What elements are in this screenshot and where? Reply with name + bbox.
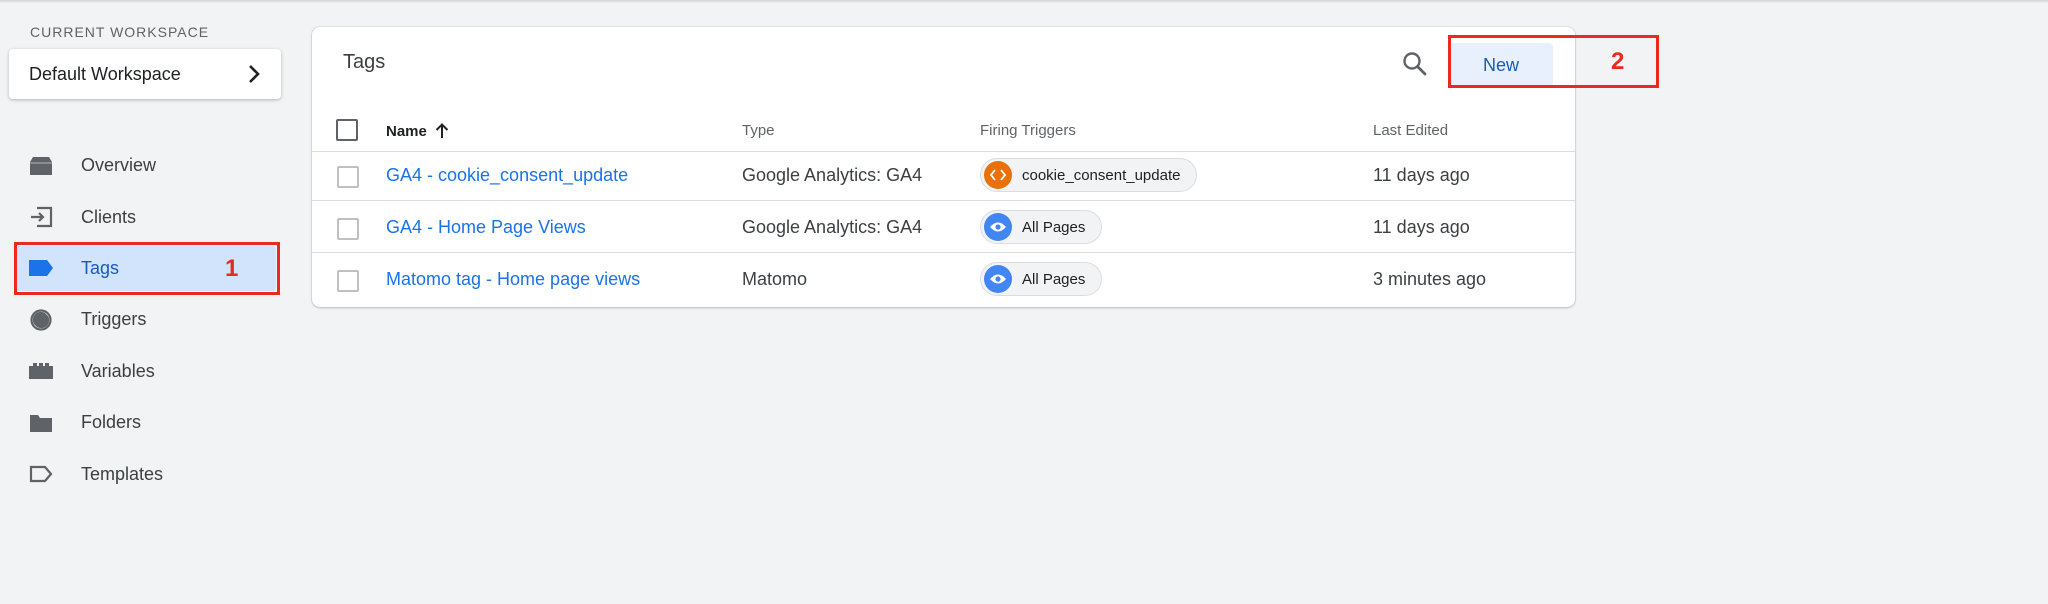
table-row: Matomo tag - Home page views Matomo All … (312, 255, 1575, 305)
page-title: Tags (343, 51, 386, 73)
tag-name-link[interactable]: GA4 - Home Page Views (386, 217, 586, 238)
table-row: GA4 - Home Page Views Google Analytics: … (312, 203, 1575, 253)
eye-icon (984, 265, 1012, 293)
annotation-box-1 (14, 242, 280, 295)
column-header-edited[interactable]: Last Edited (1373, 122, 1448, 139)
tag-type: Matomo (742, 269, 808, 289)
eye-icon (984, 213, 1012, 241)
sidebar-item-label: Clients (81, 206, 137, 227)
chevron-right-icon (249, 65, 260, 83)
sidebar-item-label: Triggers (81, 309, 147, 330)
trigger-chip-label: All Pages (1022, 218, 1086, 236)
arrow-up-icon (435, 123, 449, 138)
overview-icon (28, 153, 54, 179)
top-shadow (0, 0, 2048, 3)
sidebar-item-triggers[interactable]: Triggers (0, 294, 290, 345)
trigger-chip-label: cookie_consent_update (1022, 166, 1181, 184)
annotation-box-2 (1448, 35, 1659, 88)
table-header: Name Type Firing Triggers Last Edited (312, 109, 1575, 152)
last-edited: 3 minutes ago (1373, 269, 1487, 289)
tag-type: Google Analytics: GA4 (742, 165, 923, 185)
trigger-chip[interactable]: All Pages (980, 262, 1103, 296)
trigger-chip-label: All Pages (1022, 270, 1086, 288)
sidebar-item-variables[interactable]: Variables (0, 346, 290, 397)
sidebar-item-folders[interactable]: Folders (0, 397, 290, 448)
search-icon[interactable] (1400, 49, 1430, 79)
row-checkbox[interactable] (337, 270, 359, 292)
code-icon (984, 161, 1012, 189)
template-icon (28, 461, 54, 487)
clients-icon (28, 204, 54, 230)
annotation-number-2: 2 (1611, 48, 1625, 75)
variables-icon (28, 358, 54, 384)
trigger-icon (28, 307, 54, 333)
sidebar-item-clients[interactable]: Clients (0, 191, 290, 242)
sidebar-item-label: Variables (81, 360, 155, 381)
annotation-number-1: 1 (225, 255, 239, 282)
tag-name-link[interactable]: GA4 - cookie_consent_update (386, 165, 628, 186)
trigger-chip[interactable]: cookie_consent_update (980, 158, 1198, 192)
column-header-type[interactable]: Type (742, 122, 775, 139)
row-checkbox[interactable] (337, 218, 359, 240)
table-row: GA4 - cookie_consent_update Google Analy… (312, 151, 1575, 201)
sidebar-item-label: Templates (81, 463, 164, 484)
row-checkbox[interactable] (337, 166, 359, 188)
sidebar-nav: Overview Clients Tags Triggers Variables… (0, 140, 290, 500)
sidebar-item-label: Overview (81, 155, 157, 176)
tags-card: Tags New Name Type Firing Triggers Last … (312, 27, 1575, 307)
folder-icon (28, 410, 54, 436)
sidebar-item-overview[interactable]: Overview (0, 140, 290, 191)
last-edited: 11 days ago (1373, 165, 1470, 185)
last-edited: 11 days ago (1373, 217, 1470, 237)
sidebar-item-label: Folders (81, 412, 142, 433)
workspace-selector[interactable]: Default Workspace (9, 49, 281, 99)
column-header-triggers[interactable]: Firing Triggers (980, 122, 1076, 139)
column-header-label: Name (386, 122, 427, 140)
column-header-name[interactable]: Name (386, 122, 451, 140)
tag-type: Google Analytics: GA4 (742, 217, 923, 237)
workspace-label: CURRENT WORKSPACE (30, 24, 210, 40)
tag-name-link[interactable]: Matomo tag - Home page views (386, 269, 640, 290)
sidebar-item-templates[interactable]: Templates (0, 448, 290, 499)
select-all-checkbox[interactable] (336, 119, 358, 141)
trigger-chip[interactable]: All Pages (980, 210, 1103, 244)
workspace-name: Default Workspace (29, 63, 181, 84)
